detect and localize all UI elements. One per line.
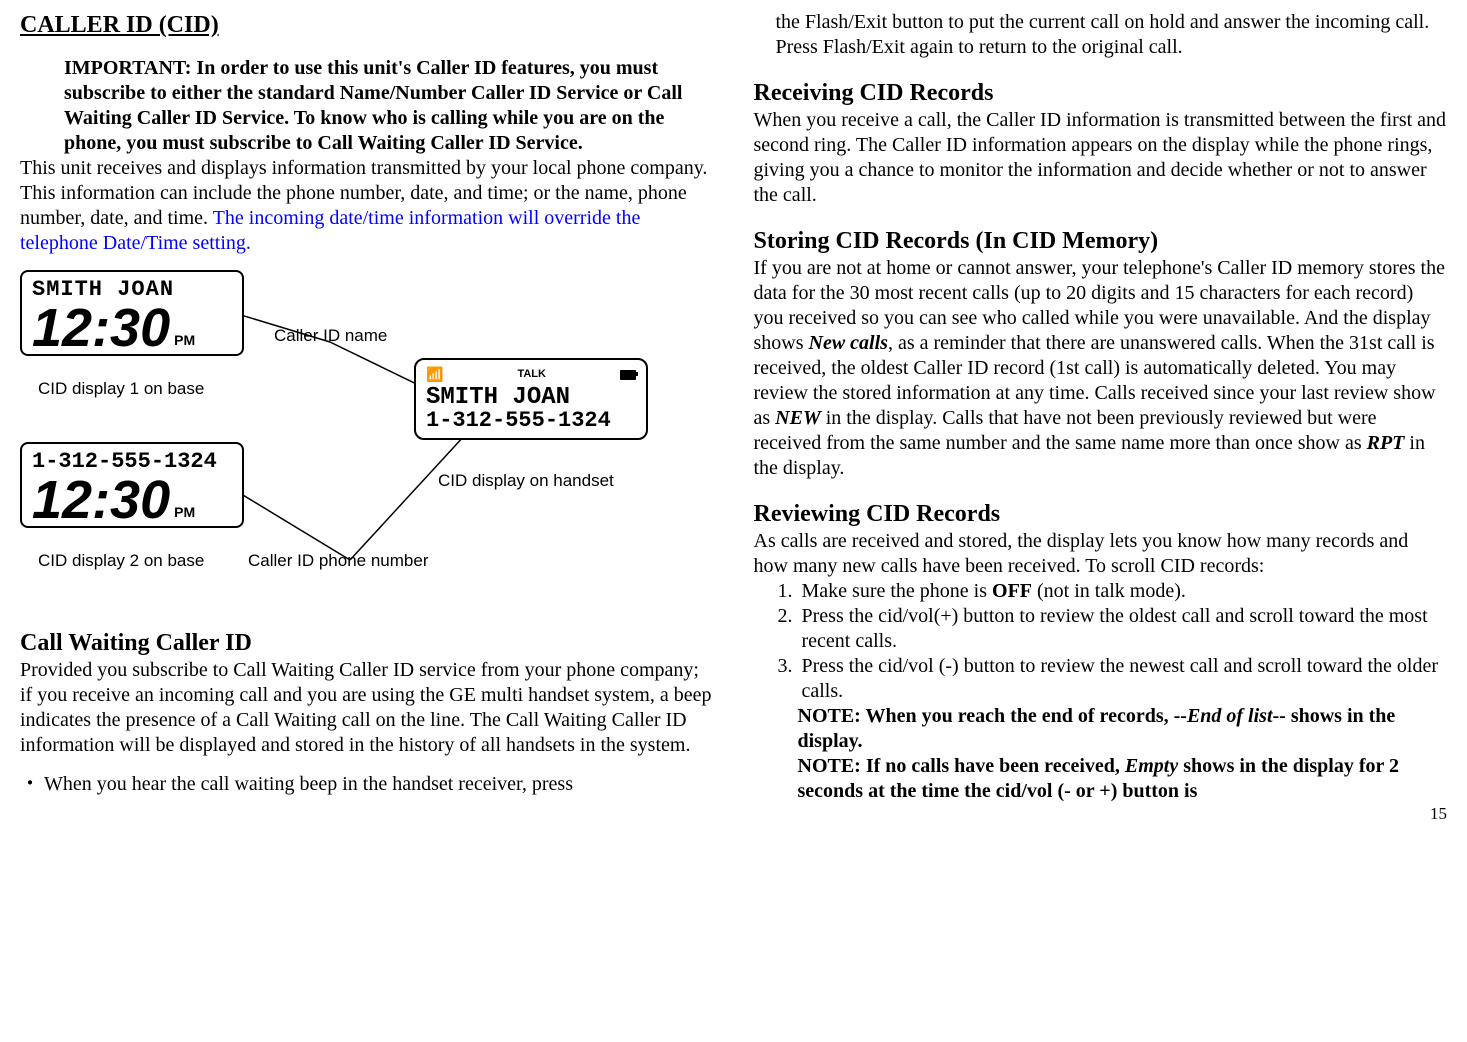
empty-emphasis: Empty [1125,755,1178,777]
label-caller-id-phone: Caller ID phone number [248,550,428,571]
storing-body: If you are not at home or cannot answer,… [754,256,1448,481]
label-caller-id-name: Caller ID name [274,325,387,346]
handset-caption: CID display on handset [438,470,614,491]
handset-phone-number: 1-312-555-1324 [426,410,636,432]
lcd1-caption: CID display 1 on base [38,378,204,399]
li1-text-a: Make sure the phone is [802,580,993,602]
storing-heading: Storing CID Records (In CID Memory) [754,226,1448,256]
lcd1-time: 12:30 [32,304,170,353]
new-calls-emphasis: New calls [809,332,888,354]
important-note: IMPORTANT: In order to use this unit's C… [64,56,714,156]
rpt-emphasis: RPT [1367,432,1405,454]
note1-text-a: NOTE: When you reach the end of records,… [798,705,1187,727]
list-item: Press the cid/vol (-) button to review t… [798,654,1448,704]
cwcid-body: Provided you subscribe to Call Waiting C… [20,658,714,758]
lcd1-time-row: 12:30 PM [32,304,232,353]
bullet-dot: ・ [20,772,44,797]
lcd2-pm: PM [174,506,195,519]
li1-text-b: (not in talk mode). [1032,580,1186,602]
handset-status-row: 📶 TALK [426,366,636,384]
manual-page: CALLER ID (CID) IMPORTANT: In order to u… [20,10,1447,804]
handset-display: 📶 TALK SMITH JOAN 1-312-555-1324 [414,358,648,440]
end-of-list-emphasis: End of list [1187,705,1273,727]
storing-text-c: in the display. Calls that have not been… [754,407,1377,454]
cid-diagram: SMITH JOAN 12:30 PM CID display 1 on bas… [20,270,660,610]
lcd1-pm: PM [174,334,195,347]
cwcid-heading: Call Waiting Caller ID [20,628,714,658]
bullet-text: When you hear the call waiting beep in t… [44,772,573,797]
receiving-heading: Receiving CID Records [754,78,1448,108]
note-empty: NOTE: If no calls have been received, Em… [798,754,1448,804]
continuation-text: the Flash/Exit button to put the current… [776,10,1448,60]
reviewing-steps-list: Make sure the phone is OFF (not in talk … [754,579,1448,704]
reviewing-intro: As calls are received and stored, the di… [754,529,1448,579]
battery-icon [620,370,636,380]
note2-text-a: NOTE: If no calls have been received, [798,755,1125,777]
bullet-item: ・ When you hear the call waiting beep in… [20,772,714,797]
list-item: Press the cid/vol(+) button to review th… [798,604,1448,654]
lcd2-time-row: 12:30 PM [32,476,232,525]
intro-paragraph: This unit receives and displays informat… [20,156,714,256]
antenna-icon: 📶 [426,366,443,384]
page-number: 15 [1430,803,1447,824]
handset-caller-name: SMITH JOAN [426,386,636,410]
lcd-display-2: 1-312-555-1324 12:30 PM [20,442,244,528]
right-column: the Flash/Exit button to put the current… [754,10,1448,804]
section-title: CALLER ID (CID) [20,10,714,40]
left-column: CALLER ID (CID) IMPORTANT: In order to u… [20,10,714,804]
handset-talk-label: TALK [517,368,546,382]
off-bold: OFF [992,580,1032,602]
lcd-display-1: SMITH JOAN 12:30 PM [20,270,244,356]
receiving-body: When you receive a call, the Caller ID i… [754,108,1448,208]
note-end-of-list: NOTE: When you reach the end of records,… [798,704,1448,754]
lcd2-caption: CID display 2 on base [38,550,204,571]
reviewing-heading: Reviewing CID Records [754,499,1448,529]
lcd2-time: 12:30 [32,476,170,525]
list-item: Make sure the phone is OFF (not in talk … [798,579,1448,604]
new-emphasis: NEW [775,407,821,429]
